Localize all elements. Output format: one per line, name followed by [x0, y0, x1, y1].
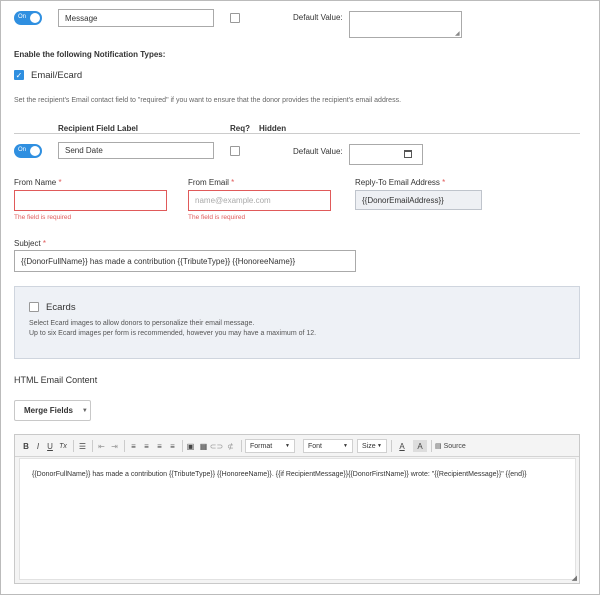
unlink-icon[interactable]: ⊄ — [225, 440, 236, 452]
format-dropdown[interactable]: Format ▼ — [245, 439, 295, 453]
toggle-label: On — [18, 14, 27, 20]
align-right-icon[interactable]: ≡ — [154, 440, 165, 452]
source-label: Source — [443, 442, 466, 450]
format-dropdown-label: Format — [250, 442, 273, 450]
bold-button[interactable]: B — [21, 440, 31, 452]
required-mark: * — [42, 239, 47, 248]
editor-content-text: {{DonorFullName}} has made a contributio… — [32, 471, 527, 478]
toolbar-separator — [182, 440, 183, 452]
size-dropdown-label: Size — [362, 442, 376, 450]
editor-resize-grip-icon[interactable]: ◢ — [572, 574, 577, 582]
from-name-input[interactable] — [14, 190, 167, 211]
merge-fields-button[interactable]: Merge Fields ▼ — [14, 400, 91, 421]
align-left-icon[interactable]: ≡ — [128, 440, 139, 452]
message-default-value-textarea[interactable] — [349, 11, 462, 38]
message-field-label-input[interactable]: Message — [58, 9, 214, 27]
source-icon: ▤ — [435, 443, 442, 450]
check-icon: ✓ — [15, 71, 23, 80]
send-date-field-label-input[interactable]: Send Date — [58, 142, 214, 159]
message-enable-toggle[interactable]: On — [14, 11, 42, 25]
ecards-checkbox[interactable] — [29, 302, 39, 312]
merge-fields-label: Merge Fields — [24, 406, 73, 415]
toolbar-separator — [124, 440, 125, 452]
from-email-input[interactable]: name@example.com — [188, 190, 331, 211]
bulleted-list-icon[interactable]: ☰ — [77, 440, 88, 452]
underline-button[interactable]: U — [45, 440, 55, 452]
textarea-resize-grip-icon[interactable]: ◢ — [455, 30, 460, 37]
reply-to-input[interactable]: {{DonorEmailAddress}} — [355, 190, 482, 210]
from-name-label-text: From Name — [14, 178, 57, 187]
table-divider — [14, 133, 580, 134]
source-button[interactable]: ▤ Source — [435, 440, 469, 452]
text-color-button[interactable]: A — [395, 440, 409, 452]
email-ecard-label: Email/Ecard — [31, 70, 83, 81]
default-value-label: Default Value: — [293, 147, 343, 156]
link-icon[interactable]: ⊂⊃ — [210, 440, 223, 452]
outdent-icon[interactable]: ⇤ — [96, 440, 107, 452]
ecards-label: Ecards — [46, 302, 76, 313]
ecards-desc-line2: Up to six Ecard images per form is recom… — [29, 330, 317, 337]
col-hidden: Hidden — [259, 124, 287, 133]
col-req: Req? — [230, 124, 250, 133]
font-dropdown[interactable]: Font ▼ — [303, 439, 353, 453]
message-req-checkbox[interactable] — [230, 13, 240, 23]
from-name-error: The field is required — [14, 214, 72, 221]
editor-toolbar: B I U Tx ☰ ⇤ ⇥ ≡ ≡ ≡ ≡ ▣ ▦ ⊂⊃ ⊄ Format ▼… — [15, 435, 579, 457]
subject-label: Subject * — [14, 239, 46, 248]
caret-down-icon: ▼ — [81, 407, 88, 414]
toggle-knob — [30, 13, 40, 23]
image-icon[interactable]: ▣ — [185, 440, 196, 452]
html-editor: B I U Tx ☰ ⇤ ⇥ ≡ ≡ ≡ ≡ ▣ ▦ ⊂⊃ ⊄ Format ▼… — [14, 434, 580, 584]
required-mark: * — [58, 178, 62, 187]
reply-to-label-text: Reply-To Email Address — [355, 178, 440, 187]
italic-button[interactable]: I — [33, 440, 43, 452]
email-ecard-checkbox[interactable]: ✓ — [14, 70, 24, 80]
required-mark: * — [442, 178, 446, 187]
col-recipient-field-label: Recipient Field Label — [58, 124, 139, 133]
default-value-label: Default Value: — [293, 13, 343, 22]
email-required-hint: Set the recipient's Email contact field … — [14, 97, 402, 104]
from-email-error: The field is required — [188, 214, 246, 221]
toolbar-separator — [92, 440, 93, 452]
toolbar-separator — [391, 440, 392, 452]
toolbar-separator — [73, 440, 74, 452]
table-icon[interactable]: ▦ — [198, 440, 209, 452]
remove-format-button[interactable]: Tx — [57, 440, 69, 452]
caret-down-icon: ▼ — [377, 443, 382, 449]
bg-color-button[interactable]: A — [413, 440, 427, 452]
indent-icon[interactable]: ⇥ — [109, 440, 120, 452]
from-email-label: From Email * — [188, 178, 234, 187]
size-dropdown[interactable]: Size ▼ — [357, 439, 387, 453]
font-dropdown-label: Font — [308, 442, 323, 450]
reply-to-label: Reply-To Email Address * — [355, 178, 445, 187]
subject-label-text: Subject — [14, 239, 41, 248]
calendar-icon[interactable] — [404, 150, 412, 158]
toolbar-separator — [431, 440, 432, 452]
align-center-icon[interactable]: ≡ — [141, 440, 152, 452]
caret-down-icon: ▼ — [343, 443, 348, 449]
notification-types-heading: Enable the following Notification Types: — [14, 50, 166, 59]
send-date-req-checkbox[interactable] — [230, 146, 240, 156]
align-justify-icon[interactable]: ≡ — [167, 440, 178, 452]
subject-input[interactable]: {{DonorFullName}} has made a contributio… — [14, 250, 356, 272]
toolbar-separator — [241, 440, 242, 452]
send-date-enable-toggle[interactable]: On — [14, 144, 42, 158]
toggle-label: On — [18, 147, 27, 153]
ecards-desc-line1: Select Ecard images to allow donors to p… — [29, 320, 255, 327]
caret-down-icon: ▼ — [285, 443, 290, 449]
editor-content-area[interactable]: {{DonorFullName}} has made a contributio… — [19, 458, 576, 580]
toggle-knob — [30, 146, 40, 156]
from-email-label-text: From Email — [188, 178, 229, 187]
required-mark: * — [231, 178, 235, 187]
html-email-heading: HTML Email Content — [14, 375, 98, 385]
from-name-label: From Name * — [14, 178, 62, 187]
